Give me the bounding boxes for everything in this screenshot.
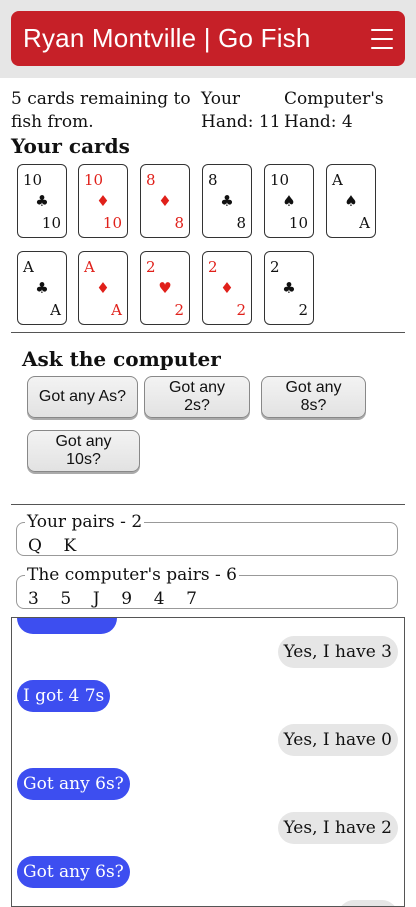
- card-rank: 2: [146, 258, 156, 276]
- card-suit-icon: ♦: [96, 279, 110, 297]
- your-pairs-values: Q K: [28, 536, 77, 556]
- playing-card[interactable]: 8 ♦ 8: [140, 164, 190, 238]
- card-rank: 10: [23, 171, 43, 189]
- cards-remaining-line1: 5 cards remaining to: [11, 89, 191, 109]
- card-rank: 8: [236, 214, 246, 232]
- card-rank: 8: [208, 171, 218, 189]
- player-message: [17, 618, 117, 634]
- playing-card[interactable]: 2 ♣ 2: [264, 251, 314, 325]
- computer-message: Yes, I have 2: [277, 812, 398, 844]
- playing-card[interactable]: 10 ♦ 10: [78, 164, 128, 238]
- card-suit-icon: ♣: [282, 279, 296, 297]
- ask-button[interactable]: Got any 10s?: [27, 430, 140, 472]
- app-title: Ryan Montville | Go Fish: [23, 23, 311, 53]
- playing-card[interactable]: A ♣ A: [17, 251, 67, 325]
- card-rank: A: [50, 301, 61, 319]
- divider: [11, 332, 405, 333]
- ask-heading: Ask the computer: [22, 347, 221, 371]
- ask-button[interactable]: Got any 2s?: [144, 376, 250, 418]
- card-rank: 10: [288, 214, 308, 232]
- computer-hand-count: Computer's Hand: 4: [284, 88, 384, 134]
- your-hand-line1: Your: [201, 89, 241, 109]
- card-rank: A: [111, 301, 122, 319]
- computer-hand-line1: Computer's: [284, 89, 384, 109]
- card-rank: A: [84, 258, 95, 276]
- computer-message: Yes, I have 3: [277, 636, 398, 668]
- card-rank: A: [23, 258, 34, 276]
- computer-pairs-label: The computer's pairs - 6: [25, 565, 239, 585]
- computer-pairs-values: 3 5 J 9 4 7: [28, 589, 197, 609]
- card-rank: 10: [41, 214, 61, 232]
- card-rank: 10: [102, 214, 122, 232]
- your-hand-line2: Hand: 11: [201, 112, 281, 132]
- card-rank: 2: [270, 258, 280, 276]
- card-rank: 10: [270, 171, 290, 189]
- your-hand-count: Your Hand: 11: [201, 88, 281, 134]
- card-suit-icon: ♦: [220, 279, 234, 297]
- card-rank: A: [332, 171, 343, 189]
- card-rank: A: [359, 214, 370, 232]
- card-rank: 10: [84, 171, 104, 189]
- card-suit-icon: ♠: [282, 192, 296, 210]
- chat-log[interactable]: Yes, I have 3 I got 4 7s Yes, I have 0 Got …: [11, 617, 405, 907]
- computer-message: Yes, I have 0: [277, 724, 398, 756]
- ask-button[interactable]: Got any 8s?: [261, 376, 366, 418]
- player-message: Got any 6s?: [17, 856, 130, 888]
- playing-card[interactable]: 2 ♦ 2: [202, 251, 252, 325]
- card-suit-icon: ♣: [35, 192, 49, 210]
- computer-pairs-box: The computer's pairs - 6 3 5 J 9 4 7: [16, 565, 398, 609]
- ask-button[interactable]: Got any As?: [27, 376, 138, 418]
- card-rank: 2: [298, 301, 308, 319]
- playing-card[interactable]: 8 ♣ 8: [202, 164, 252, 238]
- cards-remaining: 5 cards remaining to fish from.: [11, 88, 191, 134]
- player-message: I got 4 7s: [17, 680, 111, 712]
- playing-card[interactable]: 10 ♣ 10: [17, 164, 67, 238]
- card-suit-icon: ♠: [344, 192, 358, 210]
- your-pairs-box: Your pairs - 2 Q K: [16, 512, 398, 556]
- card-rank: 8: [146, 171, 156, 189]
- card-suit-icon: ♦: [158, 192, 172, 210]
- card-rank: 8: [174, 214, 184, 232]
- your-pairs-label: Your pairs - 2: [25, 512, 145, 532]
- playing-card[interactable]: 10 ♠ 10: [264, 164, 314, 238]
- divider: [11, 504, 405, 505]
- playing-card[interactable]: A ♠ A: [326, 164, 376, 238]
- card-suit-icon: ♣: [220, 192, 234, 210]
- computer-hand-line2: Hand: 4: [284, 112, 353, 132]
- card-suit-icon: ♥: [158, 279, 172, 297]
- card-rank: 2: [236, 301, 246, 319]
- playing-card[interactable]: A ♦ A: [78, 251, 128, 325]
- computer-message: [338, 900, 398, 906]
- card-suit-icon: ♣: [35, 279, 49, 297]
- player-message: Got any 6s?: [17, 768, 130, 800]
- card-suit-icon: ♦: [96, 192, 110, 210]
- cards-remaining-line2: fish from.: [11, 112, 94, 132]
- hamburger-menu-icon[interactable]: [371, 28, 393, 49]
- app-bar: Ryan Montville | Go Fish: [11, 11, 405, 66]
- playing-card[interactable]: 2 ♥ 2: [140, 251, 190, 325]
- card-rank: 2: [174, 301, 184, 319]
- your-cards-heading: Your cards: [11, 134, 130, 158]
- card-rank: 2: [208, 258, 218, 276]
